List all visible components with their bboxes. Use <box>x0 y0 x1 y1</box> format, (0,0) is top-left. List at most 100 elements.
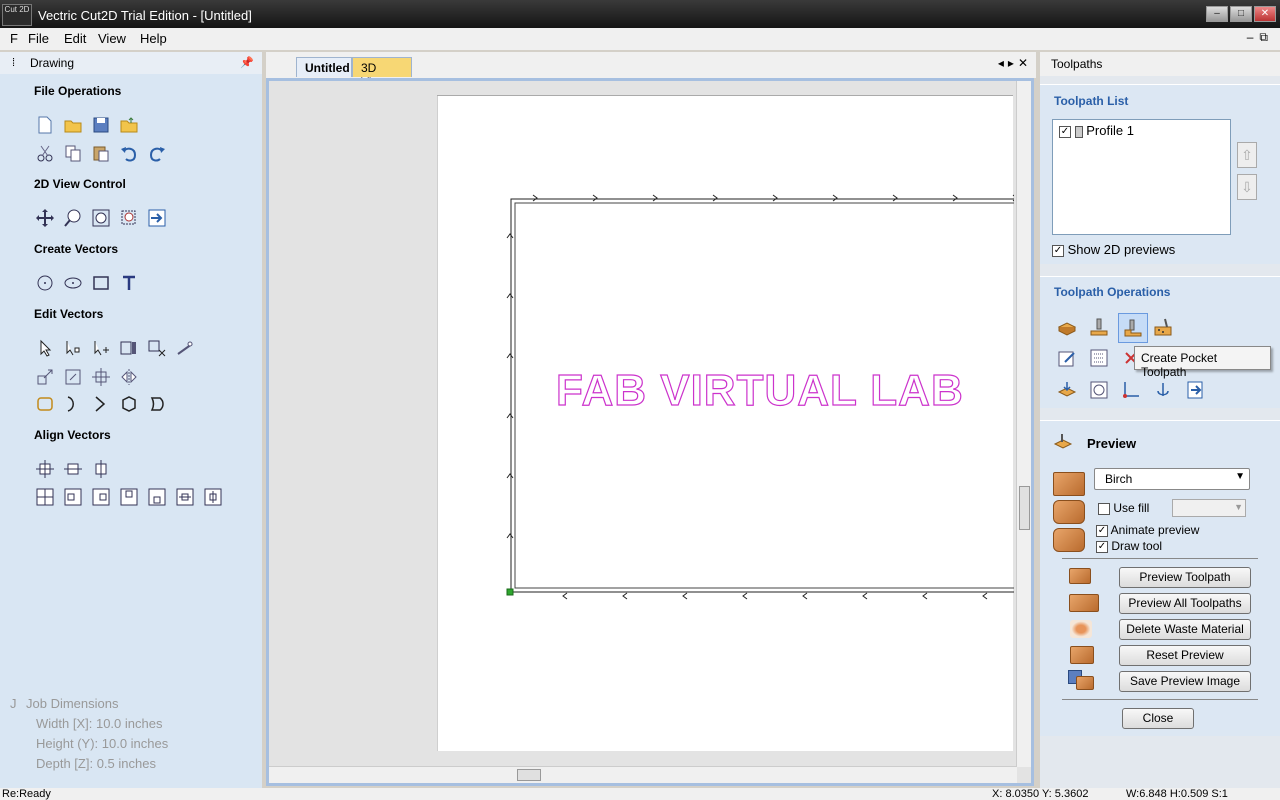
show-2d-previews-option[interactable]: ✓ Show 2D previews <box>1052 242 1175 257</box>
space-vertical-icon[interactable] <box>202 486 224 508</box>
toolpath-template-icon[interactable] <box>1088 347 1110 369</box>
space-horizontal-icon[interactable] <box>174 486 196 508</box>
align-top-icon[interactable] <box>118 486 140 508</box>
align-vertical-center-icon[interactable] <box>90 458 112 480</box>
new-file-icon[interactable] <box>34 114 56 136</box>
weld-icon[interactable] <box>34 393 56 415</box>
toolpath-checkbox[interactable]: ✓ <box>1059 125 1071 138</box>
paste-icon[interactable] <box>90 142 112 164</box>
cut-icon[interactable] <box>34 142 56 164</box>
copy-icon[interactable] <box>62 142 84 164</box>
drawing-canvas[interactable]: FAB VIRTUAL LAB <box>437 96 1014 751</box>
align-page-center-icon[interactable] <box>34 486 56 508</box>
vertical-scroll-thumb[interactable] <box>1019 486 1030 530</box>
export-toolpath-icon[interactable] <box>1184 379 1206 401</box>
profile-toolpath-icon[interactable] <box>1088 316 1110 338</box>
minimize-button[interactable]: – <box>1206 6 1228 22</box>
move-icon[interactable] <box>90 366 112 388</box>
node-edit-icon[interactable] <box>62 337 84 359</box>
anchor-icon[interactable] <box>1152 379 1174 401</box>
horizontal-scrollbar[interactable] <box>269 766 1017 783</box>
save-preview-image-button[interactable]: Save Preview Image <box>1119 671 1251 692</box>
move-down-button[interactable]: ⇩ <box>1237 174 1257 200</box>
align-center-icon[interactable] <box>34 458 56 480</box>
fit-view-icon[interactable] <box>146 207 168 229</box>
menu-view[interactable]: View <box>98 31 126 46</box>
delete-vector-icon[interactable] <box>146 337 168 359</box>
text-icon[interactable] <box>118 272 140 294</box>
menu-file[interactable]: File <box>28 31 49 46</box>
delete-waste-material-button[interactable]: Delete Waste Material <box>1119 619 1251 640</box>
close-vector-icon[interactable] <box>146 393 168 415</box>
animate-preview-option[interactable]: ✓ Animate preview <box>1096 523 1199 537</box>
draw-tool-option[interactable]: ✓ Draw tool <box>1096 539 1162 553</box>
pin-icon[interactable]: 📌 <box>240 56 254 69</box>
pocket-toolpath-icon[interactable] <box>1118 313 1148 343</box>
undo-icon[interactable] <box>118 142 140 164</box>
app-icon: Cut 2D <box>2 4 32 26</box>
mirror-icon[interactable] <box>118 366 140 388</box>
drilling-toolpath-icon[interactable] <box>1152 316 1174 338</box>
circle-icon[interactable] <box>34 272 56 294</box>
align-bottom-icon[interactable] <box>146 486 168 508</box>
toolpath-item[interactable]: ✓ Profile 1 <box>1059 123 1134 138</box>
measure-icon[interactable] <box>174 337 196 359</box>
animate-preview-checkbox[interactable]: ✓ <box>1096 524 1108 537</box>
align-left-icon[interactable] <box>62 486 84 508</box>
canvas-text[interactable]: FAB VIRTUAL LAB <box>555 365 964 416</box>
reset-preview-button[interactable]: Reset Preview <box>1119 645 1251 666</box>
open-folder-icon[interactable] <box>62 114 84 136</box>
use-fill-option[interactable]: Use fill <box>1098 501 1149 515</box>
menu-help[interactable]: Help <box>140 31 167 46</box>
align-right-icon[interactable] <box>90 486 112 508</box>
maximize-button[interactable]: □ <box>1230 6 1252 22</box>
scale-icon[interactable] <box>34 366 56 388</box>
vertical-scrollbar[interactable] <box>1016 81 1031 767</box>
move-up-button[interactable]: ⇧ <box>1237 142 1257 168</box>
offset-icon[interactable] <box>118 393 140 415</box>
zoom-icon[interactable] <box>62 207 84 229</box>
select-pointer-icon[interactable] <box>34 337 56 359</box>
align-horizontal-center-icon[interactable] <box>62 458 84 480</box>
show-2d-previews-checkbox[interactable]: ✓ <box>1052 244 1064 257</box>
drawing-panel-title: Drawing <box>30 56 75 70</box>
draw-tool-checkbox[interactable]: ✓ <box>1096 540 1108 553</box>
tab-untitled[interactable]: Untitled <box>296 57 352 77</box>
material-select[interactable]: Birch ▼ <box>1094 468 1250 490</box>
close-preview-button[interactable]: Close <box>1122 708 1194 729</box>
edit-toolpath-icon[interactable] <box>1056 347 1078 369</box>
save-icon[interactable] <box>90 114 112 136</box>
preview-all-icon <box>1069 594 1099 612</box>
save-toolpath-icon[interactable] <box>1056 379 1078 401</box>
preview-all-toolpaths-button[interactable]: Preview All Toolpaths <box>1119 593 1251 614</box>
tab-3d-view[interactable]: 3D View <box>352 57 412 89</box>
menu-edit[interactable]: Edit <box>64 31 86 46</box>
fillet-icon[interactable] <box>62 393 84 415</box>
transform-icon[interactable] <box>90 337 112 359</box>
horizontal-scroll-thumb[interactable] <box>517 769 541 781</box>
rectangle-icon[interactable] <box>90 272 112 294</box>
close-window-button[interactable]: ✕ <box>1254 6 1276 22</box>
preview-divider <box>1062 558 1258 559</box>
preview-toolpath-button[interactable]: Preview Toolpath <box>1119 567 1251 588</box>
use-fill-checkbox[interactable] <box>1098 502 1110 515</box>
pan-icon[interactable] <box>34 207 56 229</box>
document-area: Untitled 3D View ◂▸✕ FAB VIRTUAL LAB <box>266 52 1036 788</box>
edit-vectors-title: Edit Vectors <box>34 307 104 321</box>
material-setup-icon[interactable] <box>1056 316 1078 338</box>
ellipse-icon[interactable] <box>62 272 84 294</box>
resize-icon[interactable] <box>62 366 84 388</box>
fill-color-select[interactable]: ▼ <box>1172 499 1246 517</box>
toolpath-list[interactable]: ✓ Profile 1 <box>1052 119 1231 235</box>
animate-preview-label: Animate preview <box>1110 523 1200 537</box>
tab-navigation[interactable]: ◂▸✕ <box>998 56 1032 70</box>
mdi-controls[interactable]: –⧉ <box>1247 30 1274 45</box>
zero-position-icon[interactable] <box>1120 379 1142 401</box>
zoom-extents-icon[interactable] <box>90 207 112 229</box>
redo-icon[interactable] <box>146 142 168 164</box>
toolpath-summary-icon[interactable] <box>1088 379 1110 401</box>
import-folder-icon[interactable] <box>118 114 140 136</box>
size-icon[interactable] <box>118 337 140 359</box>
join-icon[interactable] <box>90 393 112 415</box>
zoom-box-icon[interactable] <box>118 207 140 229</box>
